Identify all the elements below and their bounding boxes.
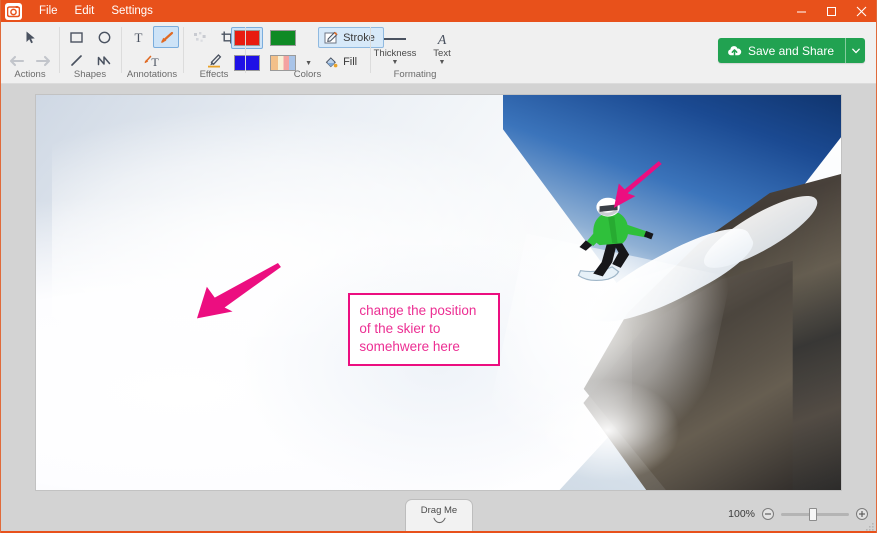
drag-me-handle[interactable]: Drag Me [405, 499, 473, 533]
callout-line-3: somehwere here [359, 339, 460, 355]
status-bar: Drag Me 100% [1, 497, 876, 533]
callout-tool[interactable]: T [139, 49, 165, 71]
ribbon-group-label-colors: Colors [293, 69, 322, 80]
callout-line-2: of the skier to [359, 321, 441, 337]
redo-arrow-icon [35, 55, 51, 66]
menu-bar: File Edit Settings [32, 2, 160, 20]
app-icon[interactable] [5, 2, 22, 20]
text-t-icon: T [134, 30, 142, 45]
close-icon [856, 6, 866, 16]
cloud-upload-icon [728, 45, 742, 57]
toolbar-ribbon: Actions Shapes T T Annotations Effects ▼… [1, 22, 876, 84]
save-and-share-button[interactable]: Save and Share [718, 38, 845, 63]
blur-tool[interactable] [187, 26, 213, 48]
ribbon-group-colors: ▼ Stroke Fill Colors [231, 22, 384, 83]
thickness-button[interactable]: Thickness ▼ [371, 28, 419, 68]
snagit-editor-window: File Edit Settings Actions Shapes T T An… [0, 0, 877, 533]
save-and-share-dropdown[interactable] [845, 38, 865, 63]
ribbon-group-label-annotations: Annotations [126, 69, 178, 80]
maximize-icon [826, 6, 836, 16]
rectangle-tool[interactable] [63, 26, 89, 48]
zoom-out-button[interactable] [762, 508, 774, 520]
window-controls [786, 0, 876, 22]
title-bar: File Edit Settings [1, 0, 876, 22]
close-button[interactable] [846, 0, 876, 22]
minimize-button[interactable] [786, 0, 816, 22]
color-red-swatch [234, 30, 261, 46]
line-tool[interactable] [63, 49, 89, 71]
thickness-caret-icon[interactable]: ▼ [392, 59, 399, 66]
undo-arrow-icon [9, 55, 25, 66]
squiggle-icon [97, 55, 111, 65]
ellipse-tool[interactable] [91, 26, 117, 48]
undo-button[interactable] [3, 49, 29, 71]
color-red[interactable] [231, 27, 264, 49]
pixelate-icon [194, 31, 206, 42]
ribbon-group-formatting: Thickness ▼ A Text ▼ Formating [370, 22, 460, 83]
ribbon-group-annotations: T T Annotations [121, 22, 183, 83]
ribbon-group-label-formatting: Formating [393, 69, 437, 80]
annotation-arrow-top[interactable] [612, 161, 663, 208]
drag-me-label: Drag Me [420, 505, 458, 516]
ribbon-group-label-shapes: Shapes [73, 69, 107, 80]
text-format-caret-icon[interactable]: ▼ [439, 59, 446, 66]
callout-line-1: change the position [359, 303, 477, 319]
zoom-percent-label: 100% [728, 508, 755, 520]
editor-canvas-area[interactable]: change the position of the skier to some… [1, 84, 876, 497]
zoom-controls: 100% [728, 508, 868, 521]
ribbon-group-label-actions: Actions [14, 69, 46, 80]
curve-tool[interactable] [91, 49, 117, 71]
rectangle-icon [69, 31, 83, 43]
chevron-down-icon [851, 48, 860, 53]
svg-text:T: T [151, 55, 159, 68]
color-green-swatch [270, 30, 297, 46]
svg-text:T: T [134, 30, 142, 45]
select-tool[interactable] [17, 26, 43, 48]
svg-text:A: A [437, 33, 447, 47]
arrow-pen-icon [160, 31, 173, 43]
color-dropdown-caret-icon[interactable]: ▼ [305, 60, 312, 67]
annotation-arrow-callout[interactable] [195, 262, 282, 322]
plus-circle-icon [859, 511, 865, 517]
photo-snow-spray-2 [535, 379, 680, 483]
thickness-label: Thickness [373, 48, 417, 59]
menu-file[interactable]: File [32, 2, 65, 20]
color-green[interactable] [267, 27, 299, 49]
fill-label: Fill [343, 55, 358, 68]
stroke-icon [324, 31, 338, 43]
camera-icon [7, 5, 20, 17]
ribbon-group-shapes: Shapes [59, 22, 121, 83]
zoom-slider-handle[interactable] [809, 508, 817, 521]
text-tool[interactable]: T [125, 26, 151, 48]
highlighter-tool[interactable] [201, 49, 227, 71]
thickness-line-icon [382, 30, 408, 48]
menu-settings[interactable]: Settings [104, 2, 160, 20]
fill-icon [325, 56, 338, 67]
highlighter-pen-icon [207, 53, 221, 68]
chevron-down-icon [432, 517, 446, 526]
line-icon [70, 54, 82, 66]
arrow-tool[interactable] [153, 26, 179, 48]
ribbon-group-actions: Actions [1, 22, 59, 83]
ellipse-icon [98, 31, 110, 43]
image-canvas[interactable]: change the position of the skier to some… [36, 95, 841, 490]
save-and-share-group: Save and Share [717, 38, 865, 63]
arrow-text-icon: T [144, 55, 159, 68]
redo-button[interactable] [31, 49, 57, 71]
minus-circle-icon [765, 513, 771, 515]
menu-edit[interactable]: Edit [68, 2, 102, 20]
zoom-slider[interactable] [781, 508, 849, 521]
save-and-share-label: Save and Share [747, 43, 834, 58]
minimize-icon [796, 11, 806, 12]
annotation-callout-box[interactable]: change the position of the skier to some… [348, 293, 500, 367]
cursor-arrow-icon [26, 31, 35, 43]
maximize-button[interactable] [816, 0, 846, 22]
text-format-icon: A [433, 30, 451, 48]
zoom-in-button[interactable] [856, 508, 868, 520]
text-format-label: Text [433, 48, 451, 59]
text-format-button[interactable]: A Text ▼ [425, 28, 459, 68]
